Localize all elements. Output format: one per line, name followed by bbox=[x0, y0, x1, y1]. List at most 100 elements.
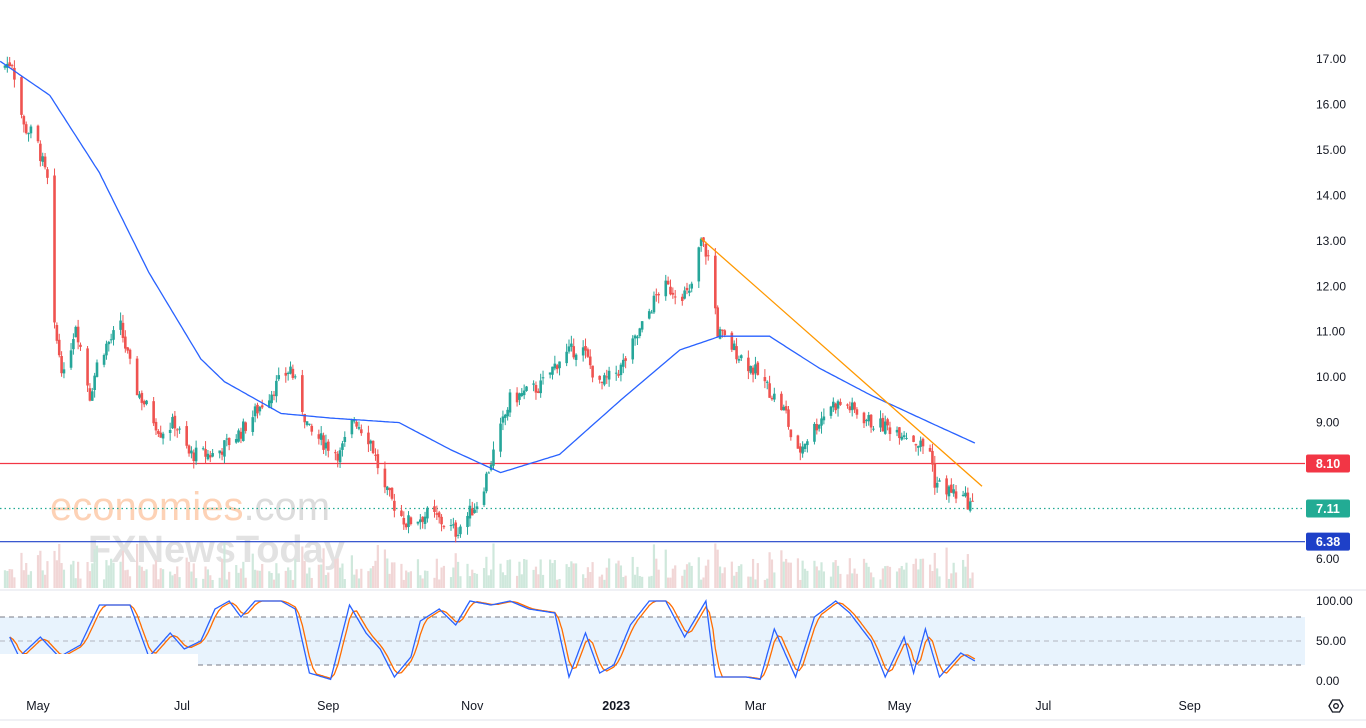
volume-bar bbox=[518, 561, 521, 588]
volume-bar bbox=[435, 558, 438, 588]
trendline bbox=[700, 238, 983, 487]
volume-bar bbox=[157, 579, 160, 588]
candle bbox=[961, 494, 965, 497]
volume-bar bbox=[284, 570, 287, 588]
volume-bar bbox=[749, 576, 752, 588]
volume-bar bbox=[928, 564, 932, 588]
volume-bar bbox=[20, 552, 23, 588]
volume-bar bbox=[471, 569, 474, 588]
volume-bar bbox=[254, 569, 257, 588]
candle bbox=[784, 406, 788, 411]
candle bbox=[93, 375, 96, 391]
candle bbox=[385, 486, 389, 490]
volume-bar bbox=[598, 576, 601, 588]
candle bbox=[551, 366, 554, 375]
candle bbox=[419, 519, 422, 523]
volume-bar bbox=[154, 560, 158, 588]
candle bbox=[161, 433, 165, 439]
volume-bar bbox=[584, 577, 587, 588]
candle bbox=[921, 438, 925, 447]
settings-hex-icon[interactable] bbox=[1328, 699, 1344, 713]
candle bbox=[633, 335, 637, 339]
time-tick-label: Nov bbox=[461, 699, 484, 713]
price-chart[interactable]: economies.com FXNewsToday 17.00 16.00 15.0… bbox=[0, 0, 1366, 728]
volume-bar bbox=[650, 575, 653, 588]
candle bbox=[553, 363, 557, 369]
candle bbox=[801, 446, 804, 454]
volume-bar bbox=[407, 572, 410, 588]
volume-bar bbox=[173, 573, 176, 588]
candle bbox=[409, 517, 413, 525]
candle bbox=[390, 487, 394, 499]
candle bbox=[24, 124, 28, 134]
price-axis: 17.00 16.00 15.00 14.00 13.00 12.00 11.00 10.00… bbox=[1316, 52, 1346, 566]
volume-bar bbox=[697, 557, 700, 588]
candle bbox=[522, 390, 526, 396]
candle bbox=[756, 362, 760, 375]
candle bbox=[157, 430, 160, 434]
candle bbox=[426, 507, 429, 519]
candle bbox=[669, 286, 672, 295]
candle bbox=[10, 65, 14, 67]
volume-bar bbox=[466, 563, 469, 588]
volume-bar bbox=[239, 568, 243, 588]
volume-bar bbox=[964, 566, 967, 588]
candle bbox=[916, 446, 920, 448]
candle bbox=[154, 421, 158, 431]
volume-bar bbox=[622, 577, 625, 588]
candle bbox=[640, 321, 644, 330]
candle bbox=[53, 175, 56, 323]
candle bbox=[501, 416, 505, 423]
candle bbox=[452, 524, 455, 526]
moving-average bbox=[0, 60, 976, 474]
candle bbox=[683, 290, 686, 299]
price-tags: 8.10 7.11 6.38 bbox=[1306, 454, 1350, 551]
volume-bar bbox=[674, 565, 677, 588]
volume-bar bbox=[456, 561, 460, 588]
volume-bar bbox=[43, 574, 47, 588]
candle bbox=[600, 381, 604, 383]
candle bbox=[39, 143, 42, 161]
volume-bar bbox=[912, 563, 915, 588]
candle bbox=[541, 377, 545, 379]
candle bbox=[912, 435, 915, 442]
volume-bar bbox=[124, 570, 127, 588]
volume-bar bbox=[865, 562, 868, 588]
volume-bar bbox=[638, 576, 641, 588]
volume-bar bbox=[895, 571, 899, 588]
candle bbox=[647, 311, 651, 319]
volume-bar bbox=[591, 562, 594, 588]
candle bbox=[190, 450, 193, 454]
candle bbox=[256, 404, 259, 414]
candle bbox=[223, 440, 226, 457]
candle bbox=[888, 427, 892, 435]
volume-bar bbox=[152, 564, 155, 588]
candle bbox=[881, 417, 885, 432]
trendline-line[interactable] bbox=[700, 238, 983, 487]
time-tick-label: Jul bbox=[174, 699, 190, 713]
volume-bar bbox=[681, 575, 684, 588]
volume-bar bbox=[806, 570, 809, 588]
volume-bar bbox=[785, 558, 788, 588]
volume-bar bbox=[506, 560, 509, 588]
volume-bar bbox=[138, 565, 141, 588]
volume-bar bbox=[582, 574, 585, 588]
candle bbox=[76, 326, 80, 343]
volume-bar bbox=[832, 562, 835, 588]
volume-bar bbox=[690, 565, 693, 588]
volume-bar bbox=[773, 572, 776, 588]
moving-average-line[interactable] bbox=[0, 60, 976, 474]
candle bbox=[324, 442, 328, 449]
candle bbox=[548, 372, 552, 375]
candle bbox=[145, 400, 148, 405]
candle bbox=[716, 307, 719, 337]
candle bbox=[260, 405, 264, 408]
candle bbox=[459, 526, 462, 535]
volume-bar bbox=[730, 561, 733, 588]
volume-bar bbox=[225, 579, 228, 588]
candle bbox=[470, 508, 474, 516]
candle bbox=[832, 401, 835, 408]
stochastic-tick-label: 50.00 bbox=[1316, 634, 1346, 648]
candle bbox=[27, 133, 30, 135]
candle bbox=[234, 439, 238, 443]
